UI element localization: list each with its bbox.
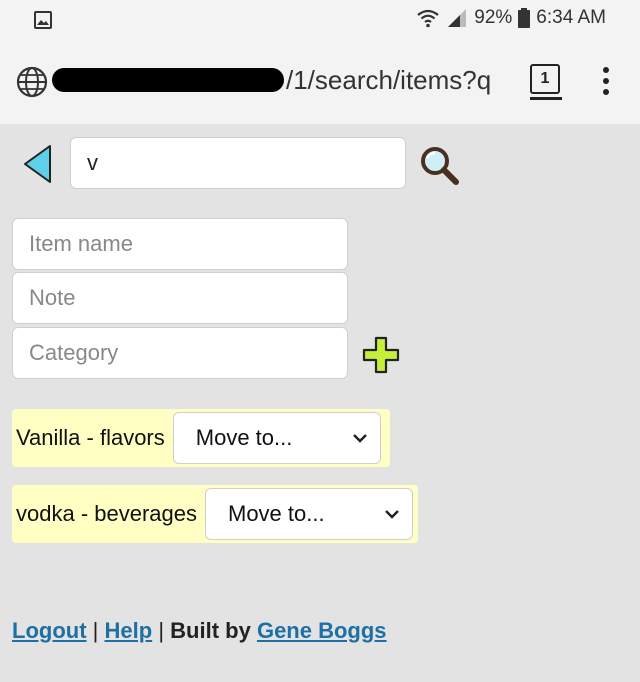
footer-separator: | [92, 618, 99, 643]
tab-count: 1 [540, 70, 550, 87]
status-bar: 92% 6:34 AM [0, 0, 640, 40]
move-to-select[interactable]: Move to... [172, 412, 381, 464]
battery-icon [518, 8, 531, 28]
browser-menu-icon[interactable] [601, 67, 611, 100]
category-field[interactable]: Category [12, 327, 348, 379]
result-item-label: vodka - beverages [16, 501, 197, 526]
search-input[interactable]: v [70, 137, 406, 189]
status-indicators: 92% 6:34 AM [416, 7, 606, 29]
result-item: Vanilla - flavors Move to... [12, 409, 390, 467]
author-link[interactable]: Gene Boggs [257, 618, 387, 643]
add-item-icon[interactable] [362, 336, 400, 374]
result-item: vodka - beverages Move to... [12, 485, 418, 543]
footer-separator: | [158, 618, 165, 643]
built-by-label: Built by [170, 618, 251, 643]
redacted-domain [52, 68, 284, 92]
note-field[interactable]: Note [12, 272, 348, 324]
chevron-down-icon [352, 434, 367, 443]
footer: Logout | Help | Built by Gene Boggs [12, 618, 387, 644]
url-path: /1/search/items?q [286, 65, 492, 95]
site-info-icon[interactable] [16, 66, 48, 98]
tab-switcher-button[interactable]: 1 [530, 64, 560, 94]
chevron-down-icon [385, 510, 399, 519]
tab-switcher-underline [530, 97, 562, 100]
search-icon[interactable] [418, 144, 460, 186]
back-arrow-icon[interactable] [22, 144, 54, 184]
image-notification-icon [34, 11, 52, 29]
logout-link[interactable]: Logout [12, 618, 87, 643]
wifi-icon [417, 9, 439, 28]
move-to-label: Move to... [228, 501, 325, 526]
move-to-label: Move to... [195, 425, 293, 450]
clock: 6:34 AM [536, 7, 606, 28]
browser-toolbar: /1/search/items?q 1 [0, 40, 640, 124]
move-to-select[interactable]: Move to... [205, 488, 413, 540]
address-bar[interactable]: /1/search/items?q [52, 65, 491, 96]
signal-icon [448, 9, 467, 27]
result-item-label: Vanilla - flavors [16, 425, 165, 450]
help-link[interactable]: Help [105, 618, 153, 643]
item-name-field[interactable]: Item name [12, 218, 348, 270]
battery-percent: 92% [474, 7, 513, 28]
